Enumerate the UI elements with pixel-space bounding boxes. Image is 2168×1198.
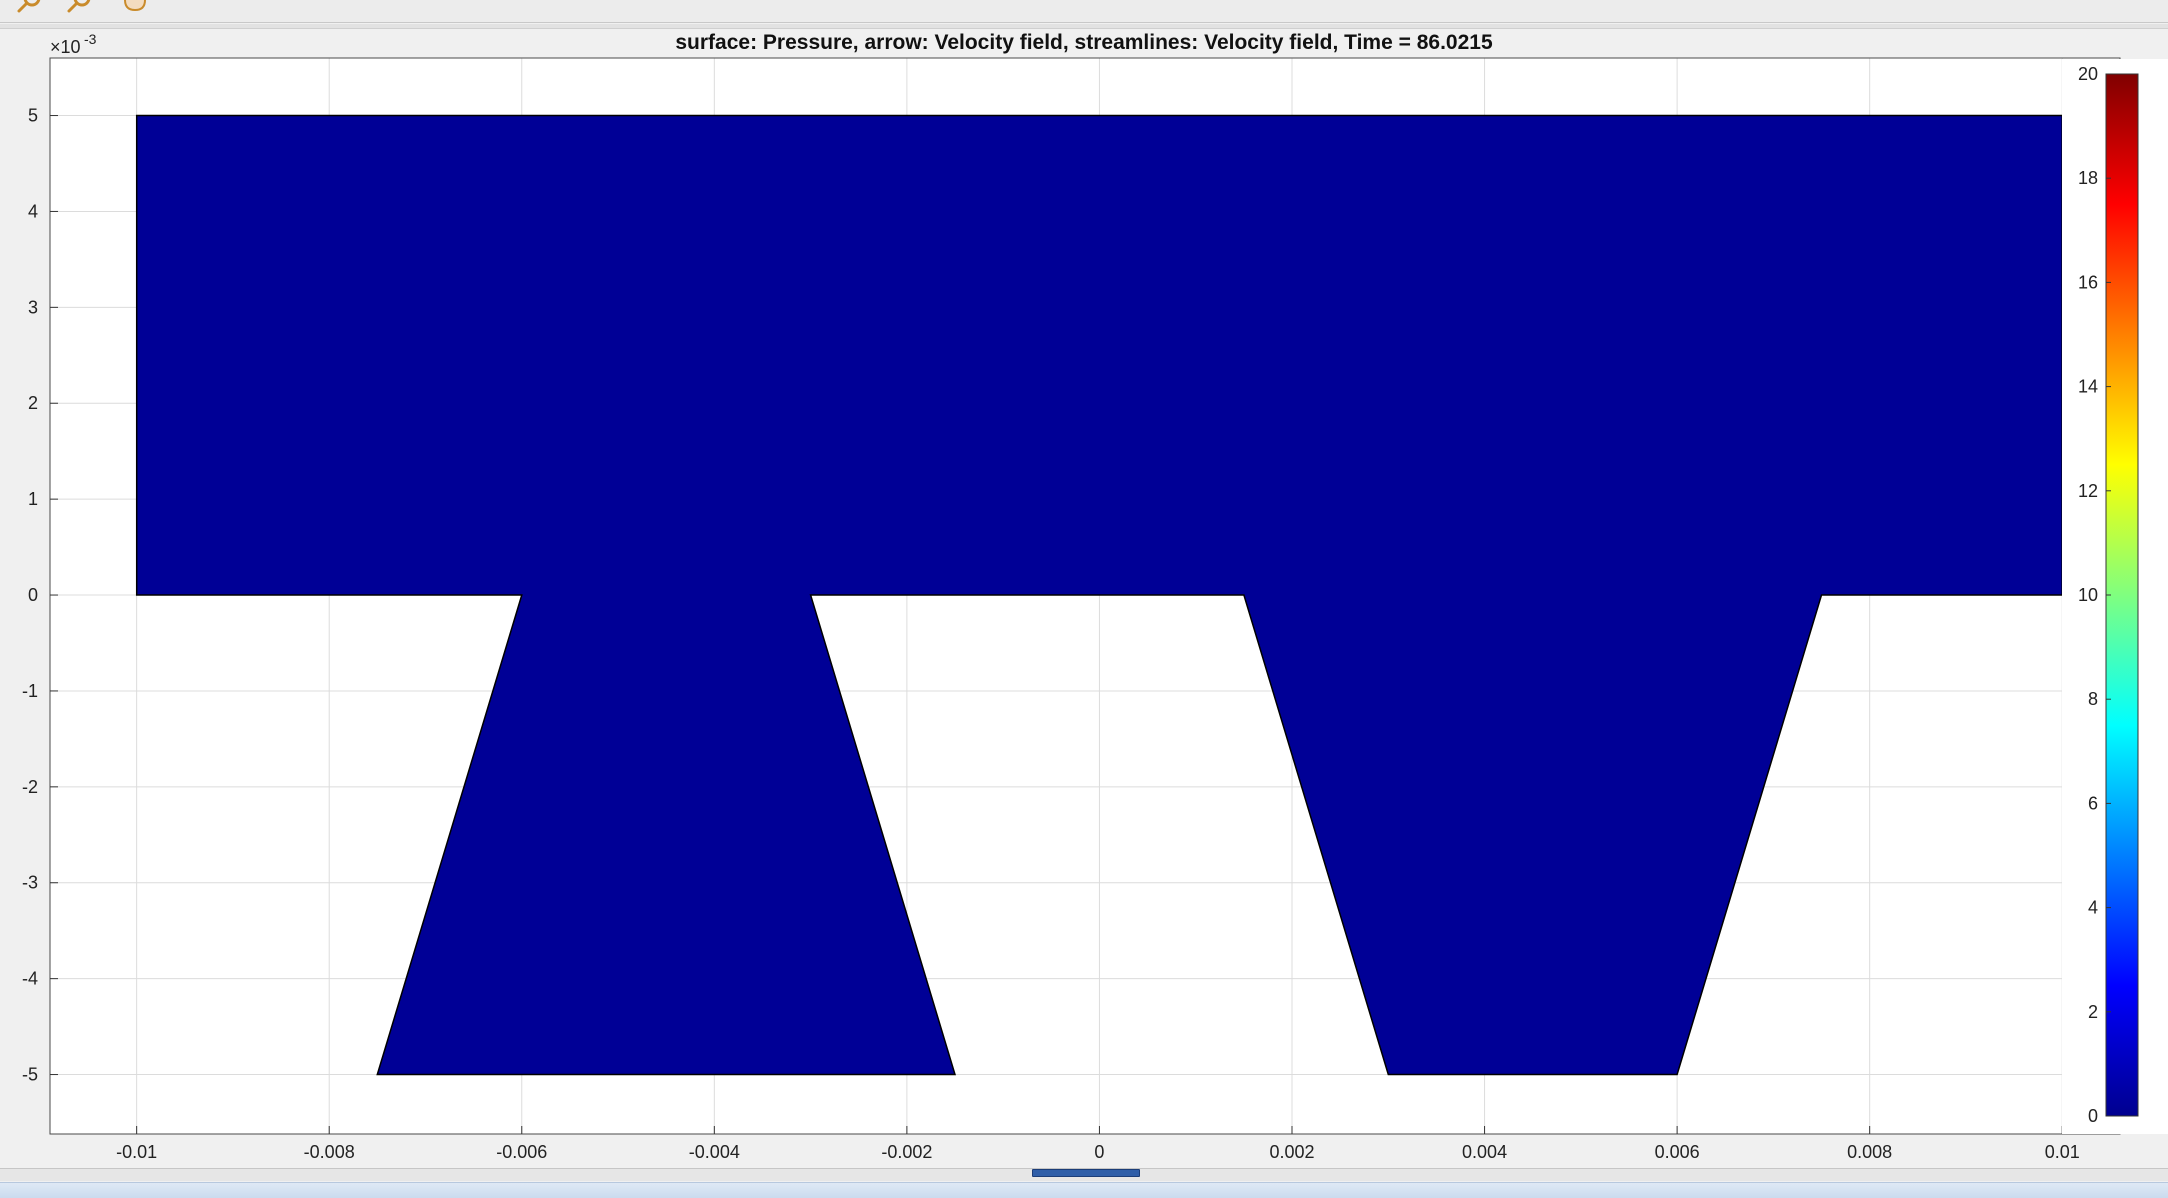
figure-window: surface: Pressure, arrow: Velocity field… bbox=[0, 0, 2168, 1198]
colorbar-tick-label: 20 bbox=[2078, 64, 2098, 84]
x-tick-label: -0.002 bbox=[881, 1142, 932, 1162]
y-exponent-base: ×10 bbox=[50, 37, 81, 57]
colorbar-tick-label: 8 bbox=[2088, 689, 2098, 709]
pan-hand-icon[interactable] bbox=[120, 0, 150, 14]
y-tick-label: 3 bbox=[28, 297, 38, 317]
figure-canvas: surface: Pressure, arrow: Velocity field… bbox=[0, 29, 2168, 1169]
y-tick-label: 1 bbox=[28, 489, 38, 509]
x-tick-label: 0.006 bbox=[1655, 1142, 1700, 1162]
horizontal-scrollbar[interactable] bbox=[0, 1168, 2168, 1181]
scrollbar-thumb[interactable] bbox=[1032, 1169, 1140, 1177]
y-tick-label: -4 bbox=[22, 969, 38, 989]
y-tick-label: -2 bbox=[22, 777, 38, 797]
figure-toolbar bbox=[0, 0, 2168, 23]
colorbar-tick-label: 2 bbox=[2088, 1002, 2098, 1022]
x-tick-label: -0.004 bbox=[689, 1142, 740, 1162]
colorbar-tick-label: 16 bbox=[2078, 272, 2098, 292]
x-tick-label: 0.002 bbox=[1269, 1142, 1314, 1162]
colorbar-tick-label: 4 bbox=[2088, 898, 2098, 918]
y-tick-label: 0 bbox=[28, 585, 38, 605]
x-tick-label: -0.01 bbox=[116, 1142, 157, 1162]
y-tick-label: -5 bbox=[22, 1065, 38, 1085]
y-exponent-power: -3 bbox=[84, 31, 97, 47]
y-tick-label: 2 bbox=[28, 393, 38, 413]
x-tick-label: 0.004 bbox=[1462, 1142, 1507, 1162]
x-tick-label: 0 bbox=[1094, 1142, 1104, 1162]
x-tick-label: 0.008 bbox=[1847, 1142, 1892, 1162]
y-exponent-label: ×10 -3 bbox=[50, 31, 97, 57]
zoom-in-icon[interactable] bbox=[14, 0, 44, 14]
x-tick-label: -0.008 bbox=[304, 1142, 355, 1162]
zoom-out-icon[interactable] bbox=[64, 0, 94, 14]
plot-area: surface: Pressure, arrow: Velocity field… bbox=[22, 31, 2168, 1162]
x-tick-label: 0.01 bbox=[2045, 1142, 2080, 1162]
colorbar-tick-label: 10 bbox=[2078, 585, 2098, 605]
colorbar-tick-label: 12 bbox=[2078, 481, 2098, 501]
colorbar-tick-label: 14 bbox=[2078, 377, 2098, 397]
colorbar-tick-label: 0 bbox=[2088, 1106, 2098, 1126]
status-strip bbox=[0, 1182, 2168, 1198]
x-tick-label: -0.006 bbox=[496, 1142, 547, 1162]
colorbar-tick-label: 18 bbox=[2078, 168, 2098, 188]
y-tick-label: 5 bbox=[28, 106, 38, 126]
colorbar-tick-label: 6 bbox=[2088, 793, 2098, 813]
plot-title: surface: Pressure, arrow: Velocity field… bbox=[675, 31, 1493, 54]
y-tick-label: -3 bbox=[22, 873, 38, 893]
y-tick-label: 4 bbox=[28, 201, 38, 221]
y-tick-label: -1 bbox=[22, 681, 38, 701]
